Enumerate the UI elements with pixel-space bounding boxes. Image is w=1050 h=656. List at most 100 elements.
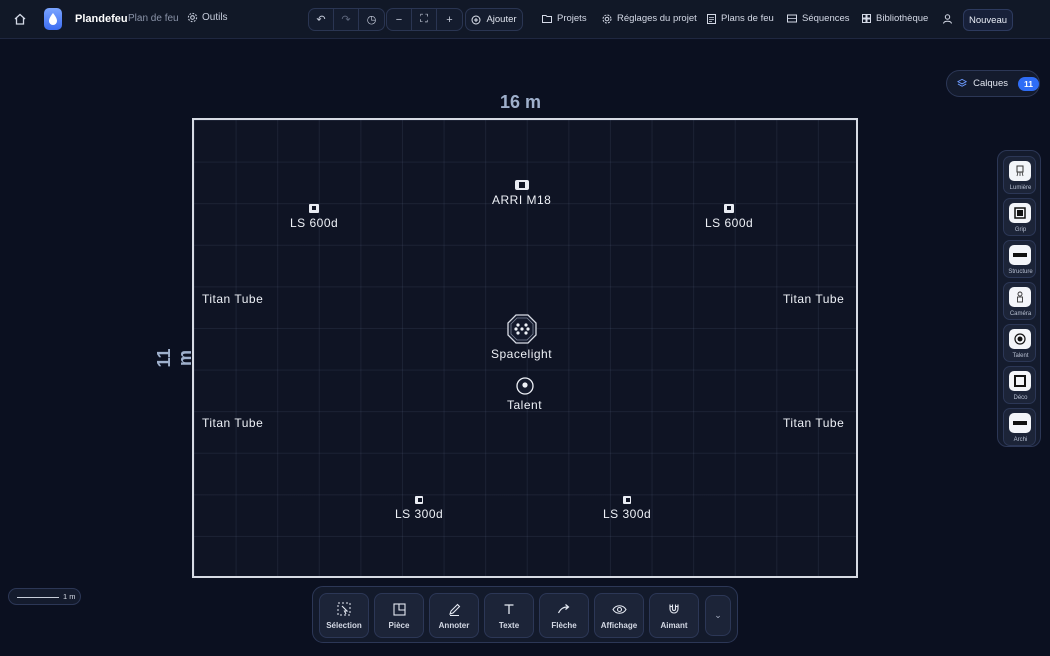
home-icon[interactable]: [13, 12, 27, 26]
lamp-icon: [623, 496, 632, 504]
room-button[interactable]: Pièce: [374, 593, 424, 638]
arrow-button[interactable]: Flèche: [539, 593, 589, 638]
gear-icon: [602, 14, 612, 23]
tool-label: Structure: [1008, 269, 1033, 275]
tool-label: Grip: [1014, 227, 1027, 233]
light-icon: [1009, 161, 1031, 181]
menu-sequences-label: Séquences: [802, 13, 850, 24]
new-button[interactable]: Nouveau: [963, 9, 1013, 31]
fixture-ls300d-left[interactable]: LS 300d: [395, 496, 443, 521]
arrow-label: Flèche: [551, 621, 577, 630]
fixture-titan-tube[interactable]: Titan Tube: [202, 292, 263, 306]
tool-structure[interactable]: Structure: [1003, 240, 1036, 278]
magnet-button[interactable]: Aimant: [649, 593, 699, 638]
tool-talent[interactable]: Talent: [1003, 324, 1036, 362]
camera-icon: [1009, 287, 1031, 307]
scale-label: 1 m: [63, 592, 76, 601]
tool-light[interactable]: Lumière: [1003, 156, 1036, 194]
deco-icon: [1009, 371, 1031, 391]
selection-button[interactable]: Sélection: [319, 593, 369, 638]
archi-icon: [1009, 413, 1031, 433]
fit-icon: ⛶: [420, 13, 428, 25]
tools-label: Outils: [202, 12, 228, 23]
tool-label: Caméra: [1009, 311, 1032, 317]
room-canvas[interactable]: ARRI M18 LS 600d LS 600d Titan Tube Tita…: [192, 118, 858, 578]
layers-icon: [957, 78, 968, 87]
menu-projects[interactable]: Projets: [542, 13, 587, 24]
display-button[interactable]: Affichage: [594, 593, 644, 638]
chevron-down-icon: ⌄: [714, 610, 722, 620]
app-name: Plandefeu: [75, 13, 128, 25]
text-button[interactable]: Texte: [484, 593, 534, 638]
tool-grip[interactable]: Grip: [1003, 198, 1036, 236]
menu-library[interactable]: Bibliothèque: [862, 13, 928, 24]
fixture-label: LS 300d: [395, 507, 444, 521]
tool-deco[interactable]: Déco: [1003, 366, 1036, 404]
bottom-toolbar: Sélection Pièce Annoter Texte Flèche Aff…: [312, 586, 738, 643]
fixture-spacelight[interactable]: Spacelight: [491, 314, 552, 361]
zoom-out-button[interactable]: −: [387, 9, 412, 30]
fixture-arri-m18[interactable]: ARRI M18: [492, 180, 551, 207]
tool-label: Déco: [1013, 395, 1028, 401]
structure-icon: [1009, 245, 1031, 265]
talent-icon: [1009, 329, 1031, 349]
fixture-ls600d-left[interactable]: LS 600d: [290, 204, 338, 230]
menu-sequences[interactable]: Séquences: [787, 13, 850, 24]
scale-bar: [17, 597, 59, 598]
more-tools-button[interactable]: ⌄: [705, 595, 731, 636]
tool-camera[interactable]: Caméra: [1003, 282, 1036, 320]
film-icon: [787, 14, 797, 23]
magnet-label: Aimant: [660, 621, 688, 630]
top-bar: Plandefeu Plan de feu Outils ↶ ↷ ◷ − ⛶ +…: [0, 0, 1050, 39]
fixture-titan-tube[interactable]: Titan Tube: [783, 292, 844, 306]
lamp-icon: [724, 204, 735, 213]
app-logo: [44, 8, 62, 30]
grip-icon: [1009, 203, 1031, 223]
tool-archi[interactable]: Archi: [1003, 408, 1036, 446]
undo-icon: ↶: [316, 14, 326, 26]
fit-button[interactable]: ⛶: [412, 9, 437, 30]
menu-lighting-plans-label: Plans de feu: [721, 13, 774, 24]
text-icon: [485, 601, 533, 617]
redo-icon: ↷: [341, 14, 351, 26]
grid-icon: [862, 14, 871, 23]
annotate-button[interactable]: Annoter: [429, 593, 479, 638]
magnet-icon: [650, 601, 698, 617]
document-icon: [707, 13, 716, 24]
display-label: Affichage: [600, 621, 638, 630]
menu-library-label: Bibliothèque: [876, 13, 929, 24]
history-button[interactable]: ◷: [359, 9, 384, 30]
add-label: Ajouter: [486, 14, 517, 25]
user-icon[interactable]: [943, 14, 952, 24]
tools-button[interactable]: Outils: [187, 12, 228, 23]
redo-button[interactable]: ↷: [334, 9, 359, 30]
layers-button[interactable]: Calques 11: [946, 70, 1040, 97]
zoom-in-button[interactable]: +: [437, 9, 462, 30]
page-subtitle: Plan de feu: [128, 13, 179, 24]
undo-button[interactable]: ↶: [309, 9, 334, 30]
fixture-ls300d-right[interactable]: LS 300d: [603, 496, 651, 521]
room-label: Pièce: [388, 621, 410, 630]
plus-circle-icon: [471, 15, 481, 24]
selection-label: Sélection: [326, 621, 362, 630]
gear-icon: [187, 12, 198, 23]
history-group: ↶ ↷ ◷: [308, 8, 385, 31]
menu-projects-label: Projets: [557, 13, 587, 24]
menu-project-settings[interactable]: Réglages du projet: [602, 13, 697, 24]
fixture-ls600d-right[interactable]: LS 600d: [705, 204, 753, 230]
layers-label: Calques: [973, 78, 1008, 89]
add-button[interactable]: Ajouter: [465, 8, 523, 31]
talent-label: Talent: [507, 398, 543, 412]
element-toolbox: Lumière Grip Structure Caméra Talent Déc…: [997, 150, 1041, 447]
fixture-label: LS 300d: [603, 507, 652, 521]
layers-count-badge: 11: [1018, 76, 1039, 91]
zoom-group: − ⛶ +: [386, 8, 463, 31]
fixture-titan-tube[interactable]: Titan Tube: [202, 416, 263, 430]
fixture-label: LS 600d: [705, 216, 754, 230]
fixture-titan-tube[interactable]: Titan Tube: [783, 416, 844, 430]
talent-marker[interactable]: Talent: [507, 377, 542, 412]
minus-icon: −: [395, 13, 403, 26]
room-width-label: 16 m: [500, 92, 542, 112]
menu-lighting-plans[interactable]: Plans de feu: [707, 13, 774, 24]
lamp-icon: [415, 496, 424, 504]
